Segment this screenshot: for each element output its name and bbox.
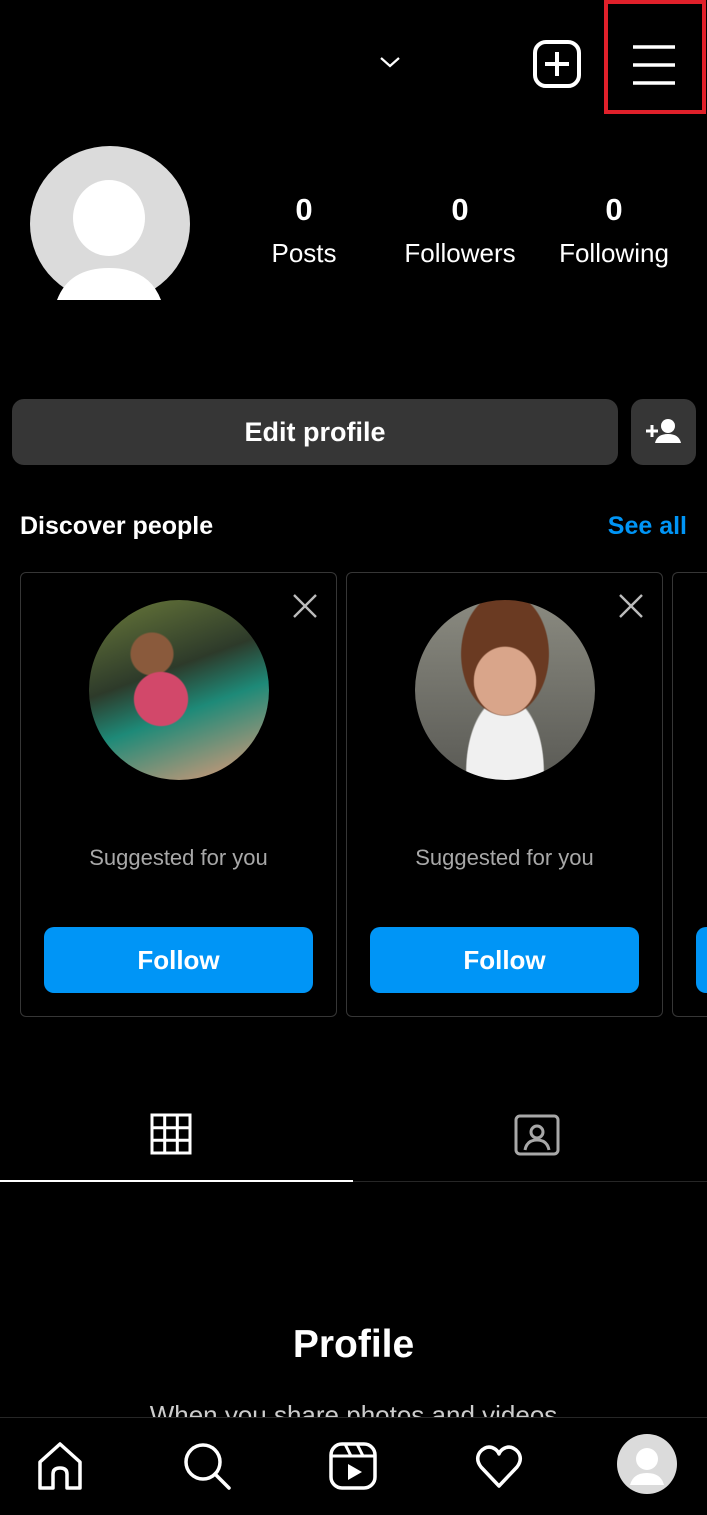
suggested-user-photo[interactable] [89, 600, 269, 780]
suggestion-card-partial [672, 572, 707, 1017]
home-icon[interactable] [34, 1440, 86, 1492]
add-person-icon [646, 419, 681, 443]
search-icon[interactable] [181, 1440, 233, 1492]
followers-label[interactable]: Followers [380, 238, 540, 269]
grid-icon[interactable] [150, 1113, 192, 1155]
suggestion-card: Suggested for you Follow [346, 572, 663, 1017]
follow-button[interactable]: Follow [44, 927, 313, 993]
followers-count: 0 [451, 192, 469, 227]
posts-label[interactable]: Posts [224, 238, 384, 269]
tagged-icon[interactable] [514, 1110, 560, 1156]
profile-avatar-nav[interactable] [616, 1433, 678, 1495]
empty-title: Profile [292, 1323, 415, 1366]
suggested-user-photo[interactable] [415, 600, 595, 780]
reels-icon[interactable] [327, 1440, 379, 1492]
edit-profile-button[interactable]: Edit profile [12, 399, 618, 465]
following-count: 0 [605, 192, 623, 227]
menu-icon[interactable] [630, 40, 678, 88]
suggestion-subtitle: Suggested for you [415, 845, 594, 870]
heart-icon[interactable] [473, 1440, 525, 1492]
discover-title: Discover people [20, 512, 214, 540]
dismiss-icon[interactable] [616, 591, 646, 621]
suggestion-card: Suggested for you Follow [20, 572, 337, 1017]
suggestion-subtitle: Suggested for you [89, 845, 268, 870]
new-post-icon[interactable] [531, 38, 583, 90]
dismiss-icon[interactable] [290, 591, 320, 621]
following-label[interactable]: Following [534, 238, 694, 269]
follow-button[interactable] [696, 927, 707, 993]
profile-avatar[interactable] [29, 146, 191, 304]
discover-people-button[interactable] [631, 399, 696, 465]
posts-count: 0 [295, 192, 313, 227]
see-all-link[interactable]: See all [608, 512, 687, 541]
follow-button[interactable]: Follow [370, 927, 639, 993]
chevron-down-icon[interactable] [378, 52, 402, 72]
active-tab-indicator [0, 1180, 353, 1182]
